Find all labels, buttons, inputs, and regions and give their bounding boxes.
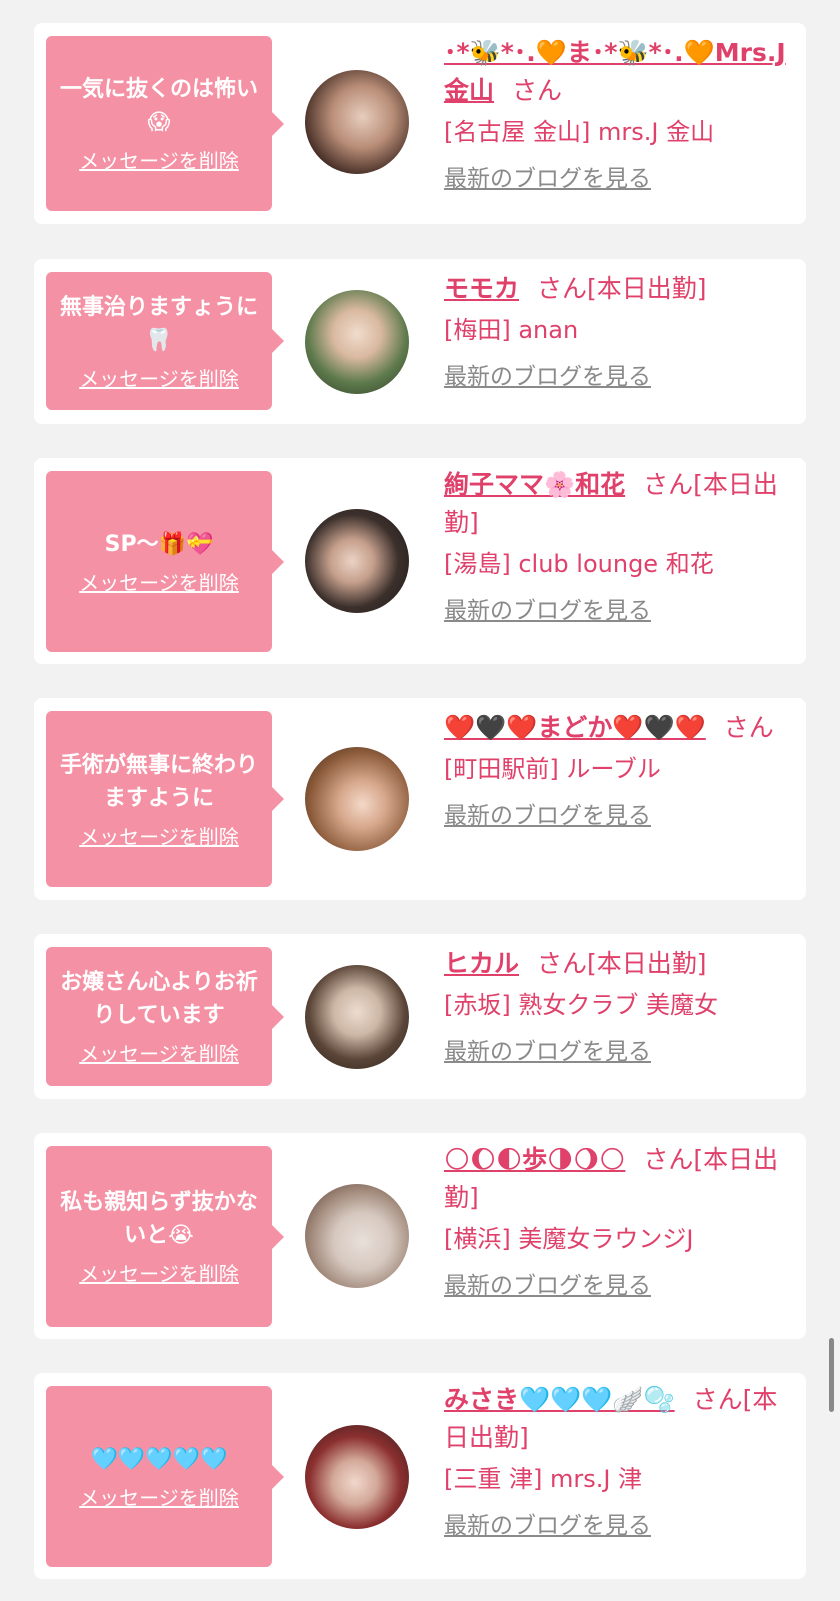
latest-blog-link[interactable]: 最新のブログを見る (444, 1511, 794, 1541)
avatar[interactable] (305, 509, 409, 613)
avatar[interactable] (305, 290, 409, 394)
san-label: さん (692, 1385, 743, 1414)
message-card: 手術が無事に終わりますように メッセージを削除 ❤️🖤❤️まどか❤️🖤❤️ さん … (34, 698, 806, 900)
message-card: SP～🎁💝 メッセージを削除 絢子ママ🌸和花 さん[本日出勤] [湯島] club… (34, 458, 806, 664)
san-label: さん (537, 949, 588, 978)
latest-blog-link[interactable]: 最新のブログを見る (444, 1271, 794, 1301)
cast-info: ･*🐝*･.🧡ま･*🐝*･.🧡Mrs.J金山 さん [名古屋 金山] mrs.J … (444, 34, 794, 194)
avatar[interactable] (305, 965, 409, 1069)
cast-info: モモカ さん[本日出勤] [梅田] anan 最新のブログを見る (444, 270, 794, 392)
name-line: みさき🩵🩵🩵🪽🫧 さん[本日出勤] (444, 1381, 794, 1457)
message-text: 私も親知らず抜かないと😭 (60, 1190, 258, 1248)
shop-name: [赤坂] 熟女クラブ 美魔女 (444, 991, 718, 1019)
latest-blog-link[interactable]: 最新のブログを見る (444, 801, 794, 831)
cast-name-link[interactable]: ･*🐝*･.🧡ま･*🐝*･.🧡Mrs.J金山 (444, 38, 786, 105)
shop-name: [町田駅前] ルーブル (444, 755, 661, 783)
cast-name-link[interactable]: みさき🩵🩵🩵🪽🫧 (444, 1385, 675, 1414)
message-card: お嬢さん心よりお祈りしています メッセージを削除 ヒカル さん[本日出勤] [赤坂… (34, 934, 806, 1099)
message-bubble: SP～🎁💝 メッセージを削除 (46, 471, 284, 652)
latest-blog-link[interactable]: 最新のブログを見る (444, 596, 794, 626)
cast-name-link[interactable]: 絢子ママ🌸和花 (444, 470, 625, 499)
cast-name-link[interactable]: 🌕🌔🌓歩🌗🌖🌕 (444, 1145, 625, 1174)
cast-info: 🌕🌔🌓歩🌗🌖🌕 さん[本日出勤] [横浜] 美魔女ラウンジJ 最新のブログを見る (444, 1141, 794, 1301)
latest-blog-link[interactable]: 最新のブログを見る (444, 1037, 794, 1067)
delete-message-link[interactable]: メッセージを削除 (79, 1258, 239, 1287)
shop-name: [名古屋 金山] mrs.J 金山 (444, 118, 715, 146)
delete-message-link[interactable]: メッセージを削除 (79, 145, 239, 174)
message-text: 🩵🩵🩵🩵🩵 (90, 1446, 228, 1472)
delete-message-link[interactable]: メッセージを削除 (79, 821, 239, 850)
name-line: 絢子ママ🌸和花 さん[本日出勤] (444, 466, 794, 542)
avatar[interactable] (305, 1184, 409, 1288)
san-label: さん (537, 274, 588, 303)
attendance-status: [本日出勤] (587, 949, 707, 978)
message-bubble: 手術が無事に終わりますように メッセージを削除 (46, 711, 284, 887)
delete-message-link[interactable]: メッセージを削除 (79, 363, 239, 392)
message-text: お嬢さん心よりお祈りしています (60, 970, 258, 1028)
message-card: 無事治りますょうに🦷 メッセージを削除 モモカ さん[本日出勤] [梅田] ana… (34, 259, 806, 424)
attendance-status: [本日出勤] (587, 274, 707, 303)
name-line: ヒカル さん[本日出勤] (444, 945, 794, 983)
san-label: さん (643, 1145, 694, 1174)
shop-name: [梅田] anan (444, 316, 579, 344)
san-label: さん (512, 76, 563, 105)
cast-name-link[interactable]: ヒカル (444, 949, 519, 978)
shop-name: [三重 津] mrs.J 津 (444, 1465, 643, 1493)
message-text: SP～🎁💝 (104, 531, 214, 557)
message-card: 一気に抜くのは怖い😱 メッセージを削除 ･*🐝*･.🧡ま･*🐝*･.🧡Mrs.J… (34, 23, 806, 224)
delete-message-link[interactable]: メッセージを削除 (79, 567, 239, 596)
delete-message-link[interactable]: メッセージを削除 (79, 1482, 239, 1511)
message-bubble: 一気に抜くのは怖い😱 メッセージを削除 (46, 36, 284, 211)
cast-info: みさき🩵🩵🩵🪽🫧 さん[本日出勤] [三重 津] mrs.J 津 最新のブログを見… (444, 1381, 794, 1541)
san-label: さん (723, 713, 774, 742)
avatar[interactable] (305, 747, 409, 851)
name-line: ❤️🖤❤️まどか❤️🖤❤️ さん (444, 709, 794, 747)
latest-blog-link[interactable]: 最新のブログを見る (444, 164, 794, 194)
avatar[interactable] (305, 1425, 409, 1529)
name-line: 🌕🌔🌓歩🌗🌖🌕 さん[本日出勤] (444, 1141, 794, 1217)
cast-name-link[interactable]: ❤️🖤❤️まどか❤️🖤❤️ (444, 713, 706, 742)
cast-name-link[interactable]: モモカ (444, 274, 519, 303)
shop-name: [横浜] 美魔女ラウンジJ (444, 1225, 694, 1253)
shop-name: [湯島] club lounge 和花 (444, 550, 714, 578)
name-line: モモカ さん[本日出勤] (444, 270, 794, 308)
message-bubble: お嬢さん心よりお祈りしています メッセージを削除 (46, 947, 284, 1086)
message-text: 無事治りますょうに🦷 (59, 294, 258, 353)
message-bubble: 私も親知らず抜かないと😭 メッセージを削除 (46, 1146, 284, 1327)
message-card: 🩵🩵🩵🩵🩵 メッセージを削除 みさき🩵🩵🩵🪽🫧 さん[本日出勤] [三重 津] m… (34, 1373, 806, 1579)
cast-info: ヒカル さん[本日出勤] [赤坂] 熟女クラブ 美魔女 最新のブログを見る (444, 945, 794, 1067)
san-label: さん (643, 470, 694, 499)
latest-blog-link[interactable]: 最新のブログを見る (444, 362, 794, 392)
scrollbar[interactable] (829, 1338, 834, 1412)
message-bubble: 🩵🩵🩵🩵🩵 メッセージを削除 (46, 1386, 284, 1567)
name-line: ･*🐝*･.🧡ま･*🐝*･.🧡Mrs.J金山 さん (444, 34, 794, 110)
avatar[interactable] (305, 70, 409, 174)
cast-info: 絢子ママ🌸和花 さん[本日出勤] [湯島] club lounge 和花 最新のブ… (444, 466, 794, 626)
message-text: 手術が無事に終わりますように (59, 752, 258, 811)
delete-message-link[interactable]: メッセージを削除 (79, 1038, 239, 1067)
message-text: 一気に抜くのは怖い😱 (59, 77, 258, 135)
cast-info: ❤️🖤❤️まどか❤️🖤❤️ さん [町田駅前] ルーブル 最新のブログを見る (444, 709, 794, 831)
message-card: 私も親知らず抜かないと😭 メッセージを削除 🌕🌔🌓歩🌗🌖🌕 さん[本日出勤] [横… (34, 1133, 806, 1339)
message-bubble: 無事治りますょうに🦷 メッセージを削除 (46, 272, 284, 410)
